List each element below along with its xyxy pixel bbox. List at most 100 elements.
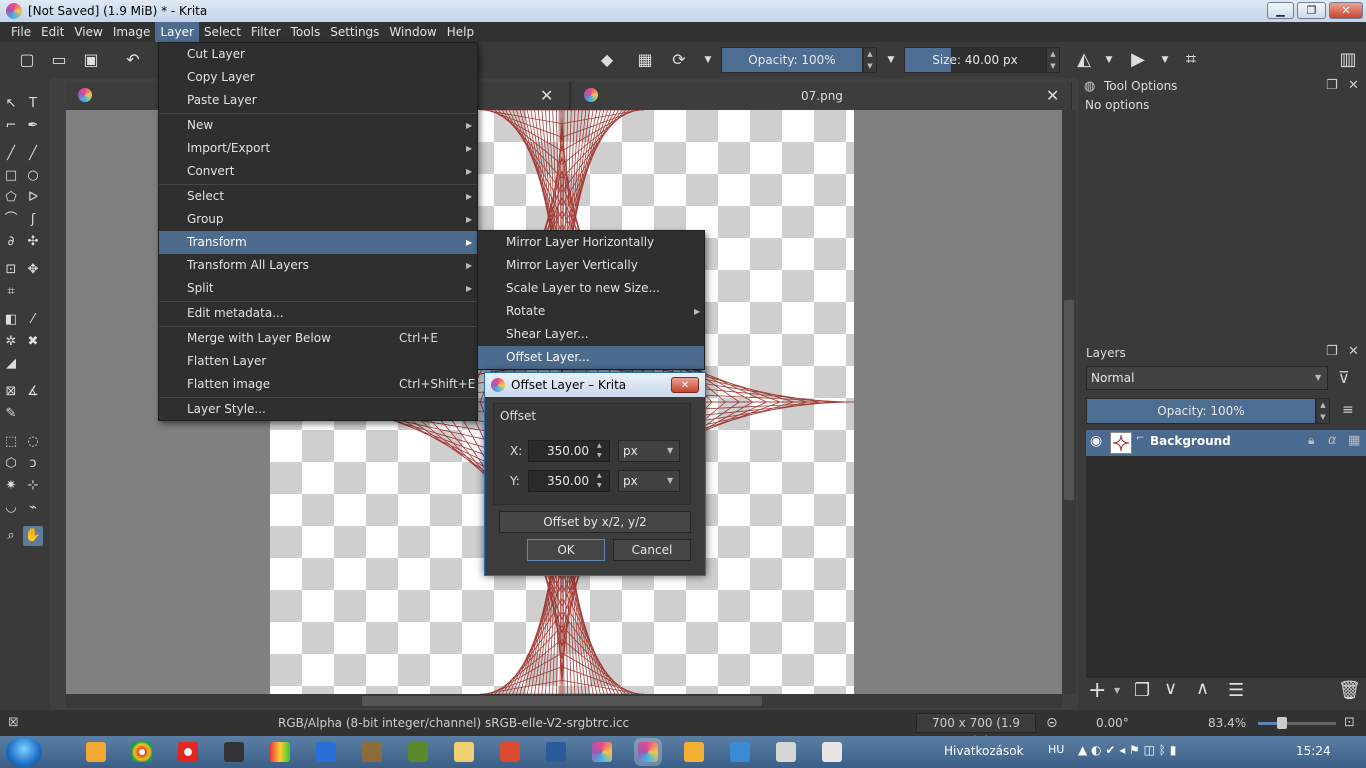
color-picker-tool-icon[interactable]: ⁄ (23, 310, 43, 330)
close-window-button[interactable]: ✕ (1329, 2, 1363, 19)
opacity-dropdown-icon[interactable]: ▼ (880, 50, 902, 70)
float-docker-icon[interactable]: ❐ (1326, 78, 1338, 93)
menu-item-transform-all-layers[interactable]: Transform All Layers ▶ (159, 254, 477, 277)
measure-tool-icon[interactable]: ∡ (23, 382, 43, 402)
crop-tool-icon[interactable]: ⌗ (1, 282, 21, 302)
line-tool-icon[interactable]: ╱ (23, 144, 43, 164)
lock-icon[interactable]: 🔒︎ (1308, 433, 1314, 448)
bluetooth-app-icon[interactable] (316, 742, 336, 762)
add-layer-icon[interactable]: + (1088, 678, 1106, 703)
layer-menu-icon[interactable]: ≡ (1342, 402, 1354, 418)
dynamic-brush-tool-icon[interactable]: ∂ (1, 232, 21, 252)
text-tool-icon[interactable]: T (23, 94, 43, 114)
x-unit-select[interactable]: px ▼ (618, 440, 680, 462)
edit-shapes-tool-icon[interactable]: ⌐ (1, 116, 21, 136)
menu-item-flatten-image[interactable]: Flatten image Ctrl+Shift+E (159, 373, 477, 396)
float-layers-docker-icon[interactable]: ❐ (1326, 344, 1338, 359)
menu-item-edit-metadata[interactable]: Edit metadata... (159, 302, 477, 325)
start-button[interactable] (6, 737, 42, 767)
delete-layer-icon[interactable]: 🗑︎ (1338, 680, 1361, 701)
git-app-icon[interactable] (500, 742, 520, 762)
tray-icon[interactable]: ▲ ◐ ✔ ◂ ⚑ ◫ ᛒ ▮ (1078, 743, 1176, 757)
menu-layer[interactable]: Layer (155, 22, 199, 42)
menu-edit[interactable]: Edit (36, 22, 69, 42)
bezier-select-tool-icon[interactable]: ◡ (1, 498, 21, 518)
offset-half-button[interactable]: Offset by x/2, y/2 (499, 511, 691, 533)
size-slider[interactable]: Size: 40.00 px (904, 47, 1046, 73)
canvas-only-icon[interactable]: ⊡ (1344, 710, 1355, 736)
maximize-button[interactable]: ❐ (1297, 2, 1326, 19)
contiguous-select-tool-icon[interactable]: ✷ (1, 476, 21, 496)
y-offset-input[interactable]: 350.00 ▲ ▼ (528, 470, 610, 492)
open-folder-icon[interactable]: ▭ (48, 50, 70, 70)
select-shapes-tool-icon[interactable]: ↖ (1, 94, 21, 114)
rotation-icon[interactable]: ⊝ (1046, 710, 1058, 736)
mirror-horizontal-icon[interactable]: ◭ (1073, 50, 1095, 70)
menu-help[interactable]: Help (442, 22, 479, 42)
menu-item-offset-layer[interactable]: Offset Layer... (478, 346, 704, 369)
move-tool-icon[interactable]: ✥ (23, 260, 43, 280)
polygon-tool-icon[interactable]: ⬠ (1, 188, 21, 208)
paint-app-icon[interactable] (270, 742, 290, 762)
selection-mode-icon[interactable]: ⊠ (8, 710, 19, 736)
toolbar-links-label[interactable]: Hivatkozások (944, 744, 1024, 758)
media-player-icon[interactable] (86, 742, 106, 762)
inherit-alpha-icon[interactable]: ▦ (1348, 433, 1360, 448)
menu-window[interactable]: Window (384, 22, 441, 42)
language-indicator[interactable]: HU (1048, 743, 1064, 756)
menu-item-layer-style[interactable]: Layer Style... (159, 398, 477, 421)
transform-tool-icon[interactable]: ⊡ (1, 260, 21, 280)
brush-tool-icon[interactable]: ╱ (1, 144, 21, 164)
filter-icon[interactable]: ⊽ (1338, 368, 1350, 387)
layer-properties-icon[interactable]: ⌐ (1136, 433, 1144, 444)
multibrush-tool-icon[interactable]: ✣ (23, 232, 43, 252)
vertical-scroll-thumb[interactable] (1064, 300, 1074, 500)
menu-select[interactable]: Select (199, 22, 246, 42)
preset-dropdown-icon[interactable]: ▼ (697, 50, 719, 70)
layer-properties-button-icon[interactable]: ☰ (1228, 680, 1244, 701)
ellipse-select-tool-icon[interactable]: ◌ (23, 432, 43, 452)
workspace-icon[interactable]: ▥ (1337, 50, 1359, 70)
horizontal-scroll-thumb[interactable] (362, 696, 762, 706)
photos-app-icon[interactable] (776, 742, 796, 762)
mirror-v-dropdown-icon[interactable]: ▼ (1154, 50, 1176, 70)
colorize-mask-tool-icon[interactable]: ✲ (1, 332, 21, 352)
calligraphy-tool-icon[interactable]: ✒ (23, 116, 43, 136)
tab-07-png[interactable]: 07.png ✕ (572, 82, 1072, 110)
wrap-around-icon[interactable]: ⌗ (1180, 50, 1202, 70)
menu-item-select[interactable]: Select ▶ (159, 185, 477, 208)
visibility-eye-icon[interactable]: ◉ (1090, 433, 1102, 449)
menu-item-merge-with-layer-below[interactable]: Merge with Layer Below Ctrl+E (159, 327, 477, 350)
undo-icon[interactable]: ↶ (122, 50, 144, 70)
size-spin[interactable]: ▲ ▼ (1046, 47, 1060, 73)
x-offset-input[interactable]: 350.00 ▲ ▼ (528, 440, 610, 462)
assistant-tool-icon[interactable]: ⊠ (1, 382, 21, 402)
menu-item-mirror-horizontally[interactable]: Mirror Layer Horizontally (478, 231, 704, 254)
vertical-scrollbar[interactable] (1062, 110, 1076, 694)
fill-tool-icon[interactable]: ◢ (1, 354, 21, 374)
gradient-tool-icon[interactable]: ◧ (1, 310, 21, 330)
menu-item-rotate[interactable]: Rotate ▶ (478, 300, 704, 323)
eraser-icon[interactable]: ◆ (596, 50, 618, 70)
menu-tools[interactable]: Tools (286, 22, 326, 42)
minimize-button[interactable]: ▁ (1267, 2, 1294, 19)
menu-item-copy-layer[interactable]: Copy Layer (159, 66, 477, 89)
y-unit-select[interactable]: px ▼ (618, 470, 680, 492)
menu-filter[interactable]: Filter (246, 22, 286, 42)
opacity-slider[interactable]: Opacity: 100% (721, 47, 863, 73)
close-layers-docker-icon[interactable]: ✕ (1348, 344, 1359, 359)
rect-select-tool-icon[interactable]: ⬚ (1, 432, 21, 452)
cancel-button[interactable]: Cancel (613, 539, 691, 561)
polygon-select-tool-icon[interactable]: ⬡ (1, 454, 21, 474)
network-app-icon[interactable] (408, 742, 428, 762)
close-tab-icon[interactable]: ✕ (1046, 82, 1059, 110)
close-docker-icon[interactable]: ✕ (1348, 78, 1359, 93)
close-tab-icon[interactable]: ✕ (540, 82, 553, 110)
rectangle-tool-icon[interactable]: □ (1, 166, 21, 186)
menu-item-scale-layer[interactable]: Scale Layer to new Size... (478, 277, 704, 300)
alpha-lock-icon[interactable]: ▦ (634, 50, 656, 70)
freehand-select-tool-icon[interactable]: ↄ (23, 454, 43, 474)
krita-taskbar-icon[interactable] (592, 742, 612, 762)
menu-item-import-export[interactable]: Import/Export ▶ (159, 137, 477, 160)
menu-settings[interactable]: Settings (325, 22, 384, 42)
